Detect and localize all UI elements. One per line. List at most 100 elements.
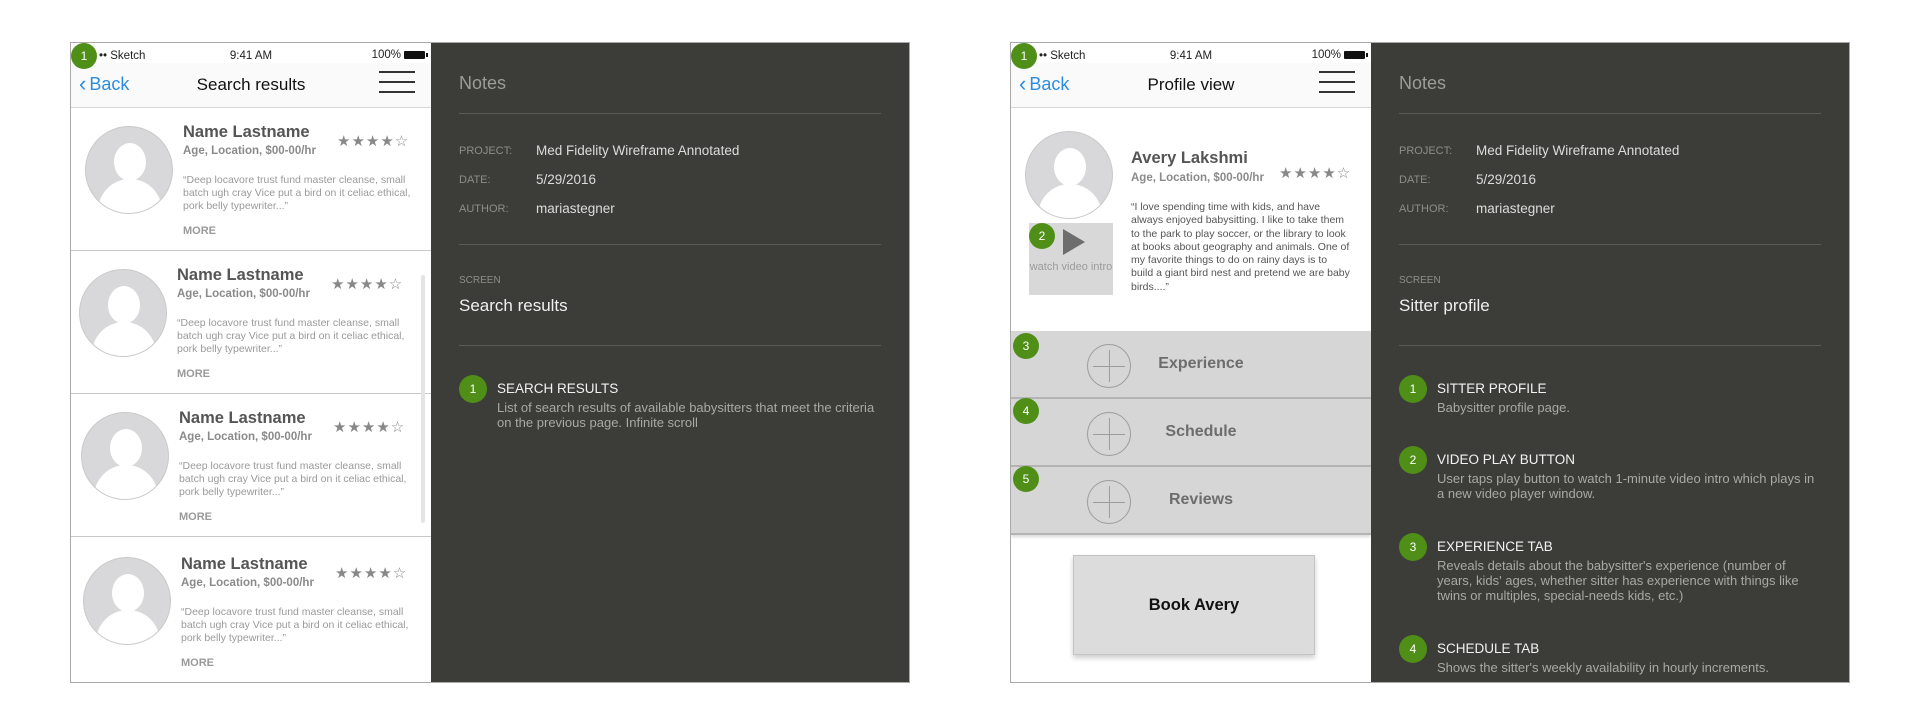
avatar <box>79 269 167 357</box>
battery-indicator: 100% <box>371 49 428 61</box>
note-heading: SEARCH RESULTS <box>497 381 619 396</box>
rating-stars: ★★★★☆ <box>331 276 404 293</box>
note-number-badge: 1 <box>1399 375 1427 403</box>
sitter-meta: Age, Location, $00-00/hr <box>179 431 312 443</box>
avatar <box>83 557 171 645</box>
note-item: 4 SCHEDULE TAB Shows the sitter's weekly… <box>1399 635 1821 680</box>
note-body: List of search results of available baby… <box>497 400 875 430</box>
avatar <box>81 412 169 500</box>
sitter-quote: “Deep locavore trust fund master cleanse… <box>177 317 405 355</box>
date-label: DATE: <box>1399 174 1431 186</box>
avatar <box>85 126 173 214</box>
tab-label: Experience <box>1158 355 1244 372</box>
notes-title: Notes <box>1399 73 1447 93</box>
author-value: mariastegner <box>536 201 615 216</box>
tab-label: Reviews <box>1168 491 1234 508</box>
annotation-badge: 4 <box>1013 398 1039 424</box>
result-card[interactable]: Name Lastname Age, Location, $00-00/hr ★… <box>71 537 431 679</box>
menu-icon[interactable] <box>1319 71 1355 93</box>
book-button[interactable]: Book Avery <box>1073 555 1315 655</box>
note-body: Babysitter profile page. <box>1437 400 1570 415</box>
divider <box>459 345 881 346</box>
annotation-badge: 1 <box>71 43 97 69</box>
more-link[interactable]: MORE <box>179 511 212 523</box>
sitter-bio: “I love spending time with kids, and hav… <box>1131 201 1350 293</box>
scrollbar[interactable] <box>421 275 425 523</box>
result-card[interactable]: Name Lastname Age, Location, $00-00/hr ★… <box>71 108 431 251</box>
tab-experience[interactable]: Experience <box>1011 331 1371 399</box>
plus-icon <box>1087 344 1131 388</box>
notes-title: Notes <box>459 73 507 93</box>
sitter-meta: Age, Location, $00-00/hr <box>177 288 310 300</box>
screen-name: Sitter profile <box>1399 296 1490 315</box>
project-label: PROJECT: <box>1399 145 1453 157</box>
note-number-badge: 1 <box>459 375 487 403</box>
author-label: AUTHOR: <box>1399 203 1449 215</box>
sitter-meta: Age, Location, $00-00/hr <box>1131 172 1264 184</box>
divider <box>459 244 881 245</box>
author-label: AUTHOR: <box>459 203 509 215</box>
menu-icon[interactable] <box>379 71 415 93</box>
divider <box>1399 244 1821 245</box>
status-bar: •• Sketch 9:41 AM 100% <box>71 43 431 63</box>
result-card[interactable]: Name Lastname Age, Location, $00-00/hr ★… <box>71 251 431 394</box>
note-number-badge: 4 <box>1399 635 1427 663</box>
tab-label: Schedule <box>1165 423 1237 440</box>
result-card[interactable]: Name Lastname Age, Location, $00-00/hr ★… <box>71 394 431 537</box>
page-title: Profile view <box>1147 75 1235 94</box>
note-item: 1 SEARCH RESULTS List of search results … <box>459 375 881 445</box>
more-link[interactable]: MORE <box>181 657 214 669</box>
author-value: mariastegner <box>1476 201 1555 216</box>
rating-stars: ★★★★☆ <box>333 419 406 436</box>
battery-icon <box>1344 51 1368 59</box>
rating-stars: ★★★★☆ <box>1279 165 1352 182</box>
note-number-badge: 2 <box>1399 446 1427 474</box>
sitter-meta: Age, Location, $00-00/hr <box>183 145 316 157</box>
divider <box>1399 113 1821 114</box>
play-icon <box>1063 229 1085 255</box>
project-value: Med Fidelity Wireframe Annotated <box>1476 143 1680 158</box>
screen-name: Search results <box>459 296 568 315</box>
sitter-name: Avery Lakshmi <box>1131 149 1248 167</box>
note-body: Reveals details about the babysitter's e… <box>1437 558 1799 603</box>
nav-bar: ‹ Back Search results <box>71 63 431 108</box>
profile-view-board: •• Sketch 9:41 AM 100% ‹ Back Profile vi… <box>1010 42 1850 683</box>
notes-panel: Notes PROJECT: Med Fidelity Wireframe An… <box>1371 43 1849 682</box>
avatar <box>1025 131 1113 219</box>
battery-percent: 100% <box>371 49 401 61</box>
video-label: watch video intro <box>1029 261 1113 273</box>
note-body: Shows the sitter's weekly availability i… <box>1437 660 1769 675</box>
divider <box>459 113 881 114</box>
note-body: User taps play button to watch 1-minute … <box>1437 471 1815 501</box>
tab-schedule[interactable]: Schedule <box>1011 399 1371 467</box>
sitter-name: Name Lastname <box>183 123 310 141</box>
battery-percent: 100% <box>1311 49 1341 61</box>
tab-reviews[interactable]: Reviews <box>1011 467 1371 535</box>
notes-panel: Notes PROJECT: Med Fidelity Wireframe An… <box>431 43 909 682</box>
battery-indicator: 100% <box>1311 49 1368 61</box>
sitter-name: Name Lastname <box>181 555 308 573</box>
annotation-badge: 3 <box>1013 333 1039 359</box>
note-heading: VIDEO PLAY BUTTON <box>1437 452 1576 467</box>
more-link[interactable]: MORE <box>177 368 210 380</box>
date-value: 5/29/2016 <box>1476 172 1537 187</box>
sitter-name: Name Lastname <box>177 266 304 284</box>
project-value: Med Fidelity Wireframe Annotated <box>536 143 740 158</box>
battery-icon <box>404 51 428 59</box>
date-value: 5/29/2016 <box>536 172 597 187</box>
plus-icon <box>1087 412 1131 456</box>
sitter-name: Name Lastname <box>179 409 306 427</box>
note-item: 3 EXPERIENCE TAB Reveals details about t… <box>1399 533 1821 603</box>
rating-stars: ★★★★☆ <box>335 565 408 582</box>
search-results-board: •• Sketch 9:41 AM 100% ‹ Back Search res… <box>70 42 910 683</box>
more-link[interactable]: MORE <box>183 225 216 237</box>
sitter-meta: Age, Location, $00-00/hr <box>181 577 314 589</box>
screen-label: SCREEN <box>459 275 501 286</box>
divider <box>1399 345 1821 346</box>
sitter-quote: “Deep locavore trust fund master cleanse… <box>179 460 407 498</box>
note-heading: SCHEDULE TAB <box>1437 641 1540 656</box>
sitter-quote: “Deep locavore trust fund master cleanse… <box>181 606 409 644</box>
annotation-badge: 5 <box>1013 466 1039 492</box>
phone-screen-profile: •• Sketch 9:41 AM 100% ‹ Back Profile vi… <box>1011 43 1371 682</box>
page-title: Search results <box>196 75 306 94</box>
